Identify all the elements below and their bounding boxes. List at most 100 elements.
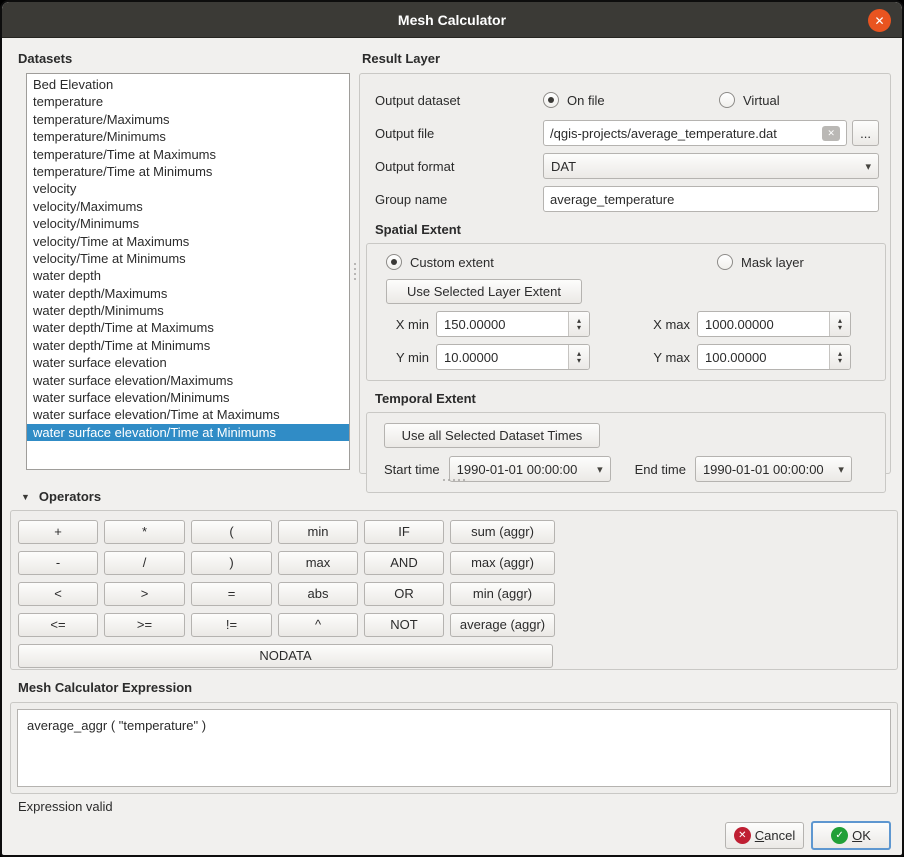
list-item[interactable]: temperature/Time at Maximums — [27, 146, 349, 163]
operator-button[interactable]: <= — [18, 613, 98, 637]
x-max-spinner[interactable]: 1000.00000 ▴▾ — [697, 311, 851, 337]
operator-button[interactable]: < — [18, 582, 98, 606]
operator-button[interactable]: abs — [278, 582, 358, 606]
list-item[interactable]: water surface elevation/Minimums — [27, 389, 349, 406]
y-max-spinner[interactable]: 100.00000 ▴▾ — [697, 344, 851, 370]
list-item[interactable]: water depth — [27, 267, 349, 284]
operator-button[interactable]: = — [191, 582, 272, 606]
datasets-heading: Datasets — [18, 51, 72, 66]
list-item[interactable]: velocity/Time at Minimums — [27, 250, 349, 267]
operator-button[interactable]: ( — [191, 520, 272, 544]
radio-icon[interactable] — [386, 254, 402, 270]
operator-button[interactable]: min — [278, 520, 358, 544]
list-item[interactable]: water surface elevation/Maximums — [27, 372, 349, 389]
output-format-label: Output format — [375, 159, 543, 174]
mask-layer-radio[interactable]: Mask layer — [717, 254, 804, 270]
output-format-value: DAT — [551, 159, 857, 174]
operator-button[interactable]: / — [104, 551, 185, 575]
x-min-spinner[interactable]: 150.00000 ▴▾ — [436, 311, 590, 337]
radio-icon[interactable] — [717, 254, 733, 270]
radio-icon[interactable] — [719, 92, 735, 108]
vertical-splitter-handle[interactable] — [352, 256, 358, 286]
list-item[interactable]: water depth/Time at Maximums — [27, 319, 349, 336]
mask-layer-radio-label: Mask layer — [741, 255, 804, 270]
list-item[interactable]: velocity — [27, 180, 349, 197]
spinner-arrows-icon[interactable]: ▴▾ — [829, 312, 850, 336]
list-item[interactable]: water depth/Time at Minimums — [27, 337, 349, 354]
expression-editor[interactable]: average_aggr ( "temperature" ) — [17, 709, 891, 787]
list-item[interactable]: water surface elevation/Time at Minimums — [27, 424, 349, 441]
list-item[interactable]: velocity/Time at Maximums — [27, 233, 349, 250]
operator-button[interactable]: ) — [191, 551, 272, 575]
operator-button[interactable]: * — [104, 520, 185, 544]
operator-button[interactable]: OR — [364, 582, 444, 606]
operator-button[interactable]: > — [104, 582, 185, 606]
result-layer-heading: Result Layer — [362, 51, 440, 66]
list-item[interactable]: temperature/Maximums — [27, 111, 349, 128]
collapse-arrow-icon: ▼ — [21, 492, 30, 502]
end-time-select[interactable]: 1990-01-01 00:00:00 ▾ — [695, 456, 852, 482]
list-item[interactable]: velocity/Minimums — [27, 215, 349, 232]
virtual-radio[interactable]: Virtual — [719, 92, 780, 108]
list-item[interactable]: temperature/Time at Minimums — [27, 163, 349, 180]
datasets-list[interactable]: Bed Elevationtemperaturetemperature/Maxi… — [26, 73, 350, 470]
virtual-radio-label: Virtual — [743, 93, 780, 108]
list-item[interactable]: water depth/Minimums — [27, 302, 349, 319]
y-extent-row: Y min 10.00000 ▴▾ Y max 100.00000 ▴▾ — [386, 344, 875, 370]
operator-button[interactable]: + — [18, 520, 98, 544]
list-item[interactable]: water surface elevation — [27, 354, 349, 371]
browse-button[interactable]: ... — [852, 120, 879, 146]
y-min-spinner[interactable]: 10.00000 ▴▾ — [436, 344, 590, 370]
y-min-value: 10.00000 — [437, 345, 568, 369]
radio-icon[interactable] — [543, 92, 559, 108]
start-time-select[interactable]: 1990-01-01 00:00:00 ▾ — [449, 456, 611, 482]
operator-button[interactable]: >= — [104, 613, 185, 637]
operator-button[interactable]: NOT — [364, 613, 444, 637]
spinner-arrows-icon[interactable]: ▴▾ — [568, 312, 589, 336]
operator-button[interactable]: sum (aggr) — [450, 520, 555, 544]
operator-button[interactable]: average (aggr) — [450, 613, 555, 637]
list-item[interactable]: temperature — [27, 93, 349, 110]
close-icon[interactable]: ✕ — [868, 9, 891, 32]
operator-button[interactable]: max (aggr) — [450, 551, 555, 575]
horizontal-splitter-handle[interactable] — [440, 477, 468, 483]
clear-icon[interactable]: ✕ — [822, 126, 840, 141]
nodata-button[interactable]: NODATA — [18, 644, 553, 668]
output-format-select[interactable]: DAT ▾ — [543, 153, 879, 179]
extent-mode-row: Custom extent Mask layer — [386, 254, 875, 270]
y-max-value: 100.00000 — [698, 345, 829, 369]
group-name-label: Group name — [375, 192, 543, 207]
output-file-row: Output file /qgis-projects/average_tempe… — [375, 120, 879, 146]
end-time-value: 1990-01-01 00:00:00 — [703, 462, 830, 477]
title-bar: Mesh Calculator ✕ — [2, 2, 902, 38]
list-item[interactable]: Bed Elevation — [27, 76, 349, 93]
x-extent-row: X min 150.00000 ▴▾ X max 1000.00000 ▴▾ — [386, 311, 875, 337]
list-item[interactable]: velocity/Maximums — [27, 198, 349, 215]
list-item[interactable]: water depth/Maximums — [27, 285, 349, 302]
cancel-button[interactable]: ✕ Cancel — [725, 822, 804, 849]
ok-button[interactable]: ✓ OK — [811, 821, 891, 850]
output-file-input[interactable]: /qgis-projects/average_temperature.dat ✕ — [543, 120, 847, 146]
operator-button[interactable]: min (aggr) — [450, 582, 555, 606]
operator-button[interactable]: IF — [364, 520, 444, 544]
operators-collapse-header[interactable]: ▼ Operators — [21, 489, 101, 504]
group-name-input[interactable]: average_temperature — [543, 186, 879, 212]
list-item[interactable]: temperature/Minimums — [27, 128, 349, 145]
spinner-arrows-icon[interactable]: ▴▾ — [568, 345, 589, 369]
spinner-arrows-icon[interactable]: ▴▾ — [829, 345, 850, 369]
operator-button[interactable]: - — [18, 551, 98, 575]
operator-button[interactable]: AND — [364, 551, 444, 575]
use-all-dataset-times-button[interactable]: Use all Selected Dataset Times — [384, 423, 600, 448]
operator-button[interactable]: max — [278, 551, 358, 575]
custom-extent-radio[interactable]: Custom extent — [386, 254, 717, 270]
use-selected-layer-extent-button[interactable]: Use Selected Layer Extent — [386, 279, 582, 304]
result-layer-group: Output dataset On file Virtual Output fi… — [359, 73, 891, 474]
output-format-row: Output format DAT ▾ — [375, 153, 879, 179]
x-max-label: X max — [590, 317, 690, 332]
operator-button[interactable]: != — [191, 613, 272, 637]
on-file-radio[interactable]: On file — [543, 92, 719, 108]
operators-grid: +*(minIFsum (aggr) -/)maxANDmax (aggr) <>=… — [18, 520, 558, 637]
list-item[interactable]: water surface elevation/Time at Maximums — [27, 406, 349, 423]
y-min-label: Y min — [386, 350, 429, 365]
operator-button[interactable]: ^ — [278, 613, 358, 637]
